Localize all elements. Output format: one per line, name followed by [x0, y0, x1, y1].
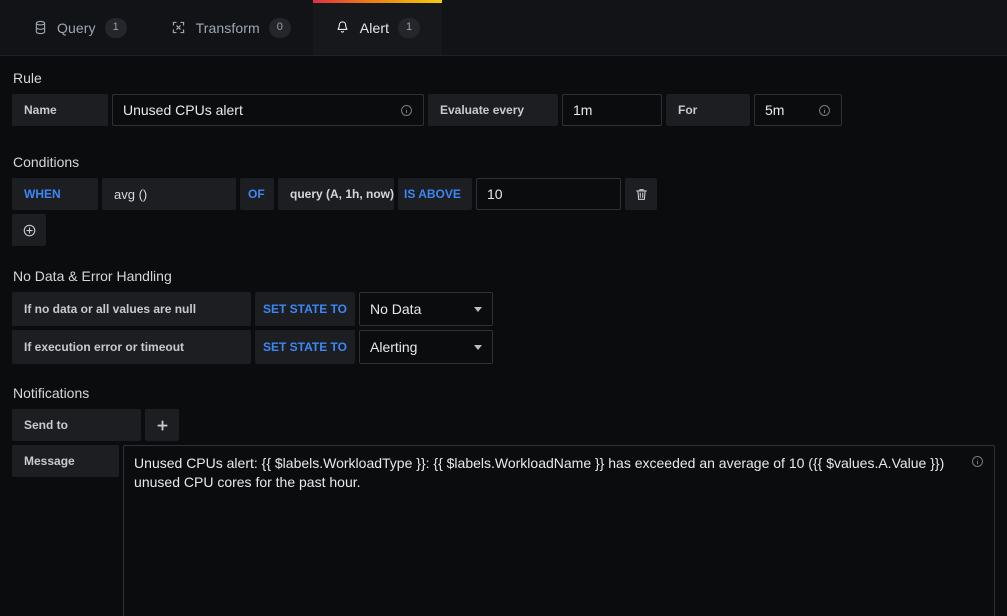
exec-error-set-state-label: SET STATE TO — [255, 330, 355, 364]
condition-query-select[interactable]: query (A, 1h, now) — [278, 178, 394, 210]
no-data-set-state-label: SET STATE TO — [255, 292, 355, 326]
exec-error-row: If execution error or timeout SET STATE … — [12, 330, 995, 364]
no-data-row: If no data or all values are null SET ST… — [12, 292, 995, 326]
add-notification-channel-button[interactable] — [145, 409, 179, 441]
trash-icon — [634, 187, 649, 202]
panel-editor-tabs: Query 1 Transform 0 Alert 1 — [0, 0, 1007, 56]
send-to-label: Send to — [12, 409, 141, 441]
circle-plus-icon — [22, 223, 37, 238]
tab-alert[interactable]: Alert 1 — [312, 0, 443, 55]
for-input[interactable]: 5m — [754, 94, 842, 126]
tab-query-label: Query — [57, 19, 96, 36]
for-value: 5m — [765, 102, 785, 118]
rule-name-label: Name — [12, 94, 108, 126]
bell-icon — [335, 20, 351, 36]
no-data-state-select[interactable]: No Data — [359, 292, 493, 326]
chevron-down-icon — [474, 344, 482, 350]
delete-condition-button[interactable] — [625, 178, 657, 210]
message-value: Unused CPUs alert: {{ $labels.WorkloadTy… — [134, 455, 949, 490]
tab-alert-label: Alert — [359, 19, 390, 36]
evaluate-every-input[interactable]: 1m — [562, 94, 662, 126]
evaluate-every-label: Evaluate every — [428, 94, 558, 126]
condition-row: WHEN avg () OF query (A, 1h, now) IS ABO… — [12, 178, 995, 210]
info-icon[interactable] — [818, 104, 831, 117]
transform-icon — [171, 20, 187, 36]
no-data-condition-label: If no data or all values are null — [12, 292, 251, 326]
rule-row: Name Unused CPUs alert Evaluate every 1m… — [12, 94, 995, 126]
condition-function-select[interactable]: avg () — [102, 178, 236, 210]
chevron-down-icon — [474, 306, 482, 312]
add-condition-button[interactable] — [12, 214, 46, 246]
exec-error-state-value: Alerting — [370, 339, 418, 355]
exec-error-condition-label: If execution error or timeout — [12, 330, 251, 364]
message-label: Message — [12, 445, 120, 477]
evaluate-every-value: 1m — [573, 102, 593, 118]
tab-transform-count: 0 — [268, 17, 291, 38]
condition-threshold-input[interactable]: 10 — [476, 178, 621, 210]
rule-section-title: Rule — [13, 70, 42, 86]
notifications-section-title: Notifications — [13, 385, 90, 401]
tab-transform-label: Transform — [195, 19, 260, 36]
condition-when-label: WHEN — [12, 178, 98, 210]
conditions-section-title: Conditions — [13, 154, 80, 170]
rule-name-input[interactable]: Unused CPUs alert — [112, 94, 424, 126]
tab-query[interactable]: Query 1 — [10, 0, 149, 55]
rule-name-value: Unused CPUs alert — [123, 102, 243, 118]
message-row: Message Unused CPUs alert: {{ $labels.Wo… — [12, 445, 995, 616]
condition-of-label: OF — [240, 178, 274, 210]
message-textarea[interactable]: Unused CPUs alert: {{ $labels.WorkloadTy… — [123, 445, 995, 616]
send-to-row: Send to — [12, 409, 995, 441]
no-data-state-value: No Data — [370, 301, 422, 317]
tab-transform[interactable]: Transform 0 — [149, 0, 313, 55]
condition-evaluator-select[interactable]: IS ABOVE — [398, 178, 472, 210]
alert-editor-body: Rule Name Unused CPUs alert Evaluate eve… — [0, 56, 1007, 616]
info-icon[interactable] — [400, 104, 413, 117]
tab-query-count: 1 — [104, 17, 127, 38]
condition-threshold-value: 10 — [487, 186, 503, 202]
database-icon — [32, 20, 48, 36]
no-data-section-title: No Data & Error Handling — [13, 268, 172, 284]
info-icon[interactable] — [971, 455, 984, 468]
exec-error-state-select[interactable]: Alerting — [359, 330, 493, 364]
plus-icon — [155, 418, 170, 433]
tab-alert-count: 1 — [398, 17, 421, 38]
for-label: For — [666, 94, 750, 126]
